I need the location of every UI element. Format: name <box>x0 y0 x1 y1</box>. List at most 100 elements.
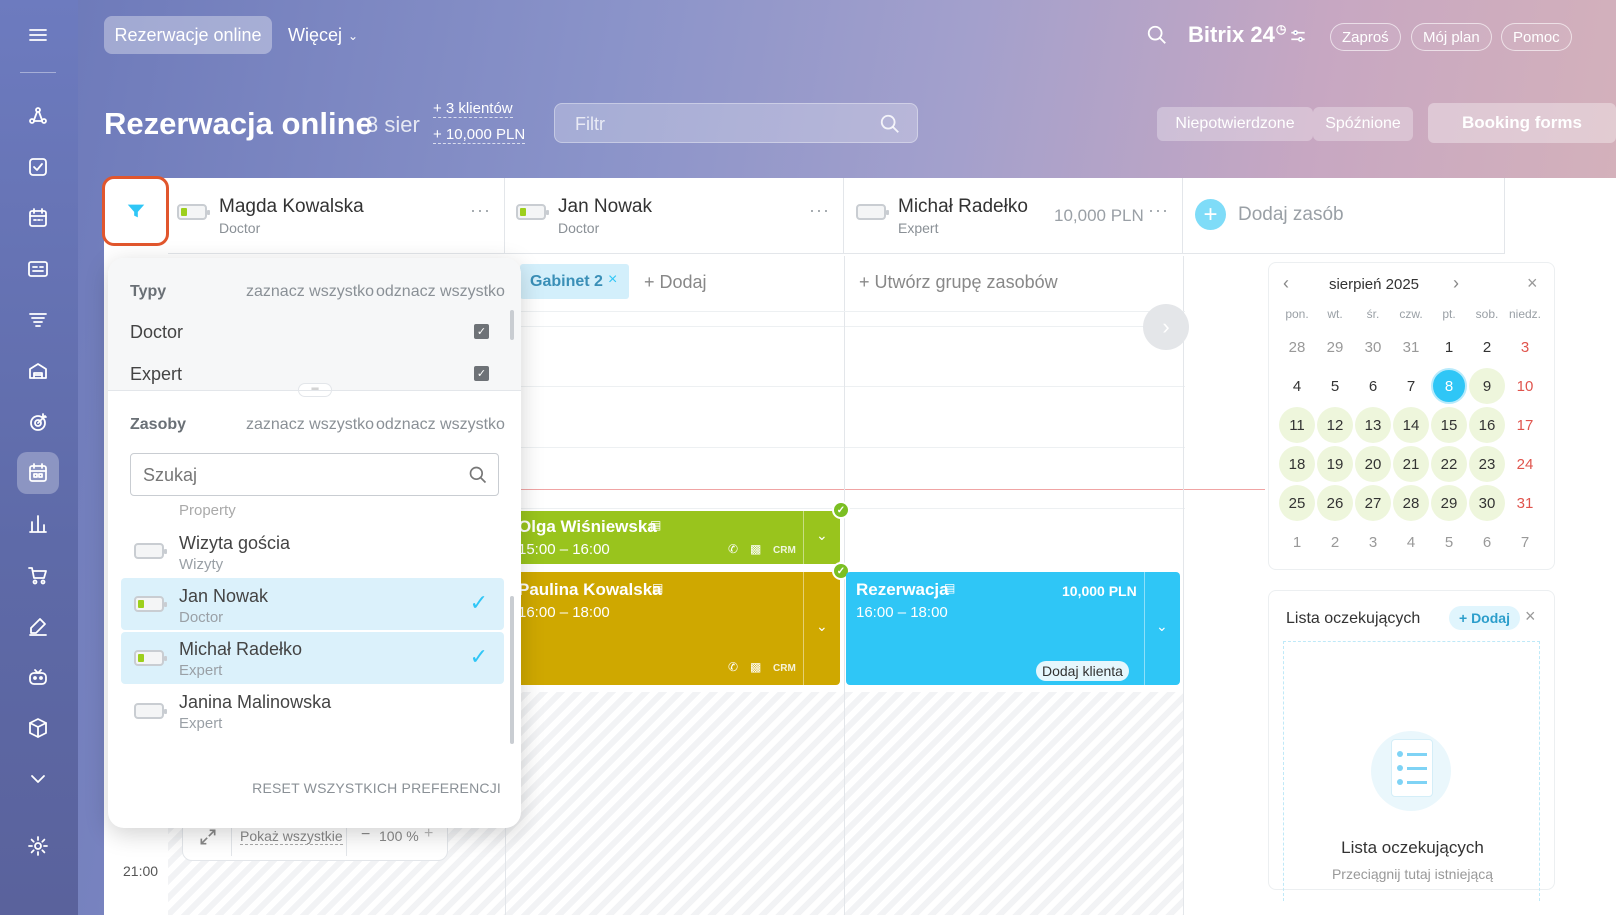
inventory-icon[interactable] <box>17 350 59 392</box>
resource-option[interactable]: Jan Nowak Doctor ✓ <box>121 578 504 630</box>
group-chip[interactable]: Gabinet 2 × <box>520 264 629 299</box>
type-expert-checkbox[interactable]: ✓ <box>474 366 489 381</box>
resource-option[interactable]: Janina Malinowska Expert <box>121 685 504 737</box>
calendar-day[interactable]: 26 <box>1317 485 1353 521</box>
calendar-day[interactable]: 31 <box>1507 485 1543 521</box>
calendar-day[interactable]: 6 <box>1469 524 1505 560</box>
calendar-day[interactable]: 4 <box>1393 524 1429 560</box>
add-resource-column[interactable]: + Dodaj zasób <box>1183 178 1505 254</box>
calendar-day[interactable]: 21 <box>1393 446 1429 482</box>
calendar-day[interactable]: 5 <box>1431 524 1467 560</box>
expand-icon[interactable] <box>198 827 218 847</box>
booking-event[interactable]: Paulina Kowalska 16:00 – 18:00 ▤ ✆ ▩ CRM… <box>506 572 840 685</box>
calendar-day[interactable]: 12 <box>1317 407 1353 443</box>
calendar-day[interactable]: 29 <box>1317 329 1353 365</box>
more-dots-icon[interactable]: ··· <box>1148 200 1169 221</box>
filter-input[interactable]: Filtr <box>554 103 918 143</box>
invite-button[interactable]: Zaproś <box>1330 23 1401 51</box>
waiting-list-add-button[interactable]: + Dodaj <box>1449 606 1520 630</box>
calendar-day[interactable]: 14 <box>1393 407 1429 443</box>
calendar-day[interactable]: 20 <box>1355 446 1391 482</box>
sign-icon[interactable] <box>17 605 59 647</box>
resources-deselect-all[interactable]: odznacz wszystko <box>376 416 505 434</box>
more-dots-icon[interactable]: ··· <box>809 200 830 221</box>
search-icon[interactable] <box>1146 24 1168 51</box>
types-select-all[interactable]: zaznacz wszystko <box>246 283 374 301</box>
market-icon[interactable] <box>17 707 59 749</box>
add-client-button[interactable]: Dodaj klienta <box>1036 661 1129 681</box>
amount-counter[interactable]: + 10,000 PLN <box>433 126 526 144</box>
calendar-day[interactable]: 27 <box>1355 485 1391 521</box>
calendar-day[interactable]: 24 <box>1507 446 1543 482</box>
unconfirmed-filter[interactable]: Niepotwierdzone <box>1157 107 1313 141</box>
zoom-out-button[interactable]: − <box>361 826 370 844</box>
calendar-day[interactable]: 18 <box>1279 446 1315 482</box>
show-all-link[interactable]: Pokaż wszystkie <box>240 828 343 845</box>
resource-column-0[interactable]: Magda Kowalska Doctor ··· <box>168 178 505 254</box>
more-dots-icon[interactable]: ··· <box>470 200 491 221</box>
calendar-day[interactable]: 17 <box>1507 407 1543 443</box>
next-month-icon[interactable]: › <box>1453 273 1459 294</box>
calendar-day[interactable]: 7 <box>1393 368 1429 404</box>
calendar-day[interactable]: 3 <box>1355 524 1391 560</box>
help-button[interactable]: Pomoc <box>1501 23 1572 51</box>
close-icon[interactable]: × <box>1525 606 1536 627</box>
calendar-day[interactable]: 1 <box>1279 524 1315 560</box>
calendar-day[interactable]: 16 <box>1469 407 1505 443</box>
calendar-day[interactable]: 25 <box>1279 485 1315 521</box>
messenger-icon[interactable] <box>17 248 59 290</box>
calendar-day[interactable]: 4 <box>1279 368 1315 404</box>
menu-icon[interactable] <box>17 14 59 56</box>
resource-column-1[interactable]: Jan Nowak Doctor ··· <box>505 178 844 254</box>
resource-filter-button[interactable] <box>102 176 169 246</box>
booking-event[interactable]: Rezerwacja ▤ 16:00 – 18:00 10,000 PLN Do… <box>846 572 1180 685</box>
calendar-day[interactable]: 22 <box>1431 446 1467 482</box>
booking-event[interactable]: Olga Wiśniewska 15:00 – 16:00 ▤ ✆ ▩ CRM … <box>506 511 840 564</box>
calendar-day[interactable]: 29 <box>1431 485 1467 521</box>
copilot-icon[interactable] <box>17 656 59 698</box>
resources-scrollbar[interactable] <box>510 596 514 744</box>
calendar-day[interactable]: 13 <box>1355 407 1391 443</box>
calendar-day[interactable]: 19 <box>1317 446 1353 482</box>
calendar-day[interactable]: 15 <box>1431 407 1467 443</box>
close-icon[interactable]: × <box>608 271 617 289</box>
reset-preferences-link[interactable]: RESET WSZYSTKICH PREFERENCJI <box>252 780 501 796</box>
clients-counter[interactable]: + 3 klientów <box>433 100 513 118</box>
calendar-day[interactable]: 31 <box>1393 329 1429 365</box>
resource-column-2[interactable]: Michał Radełko Expert 10,000 PLN ··· <box>844 178 1183 254</box>
close-icon[interactable]: × <box>1527 273 1538 294</box>
resources-select-all[interactable]: zaznacz wszystko <box>246 416 374 434</box>
calendar-day[interactable]: 28 <box>1393 485 1429 521</box>
booking-forms-button[interactable]: Booking forms <box>1428 103 1616 143</box>
chevron-down-icon[interactable]: ⌄ <box>816 618 828 635</box>
calendar-icon[interactable] <box>17 197 59 239</box>
add-group-resource-button[interactable]: + Dodaj <box>644 272 707 293</box>
crm-icon[interactable] <box>17 299 59 341</box>
create-resource-group-button[interactable]: + Utwórz grupę zasobów <box>859 272 1058 293</box>
resource-option[interactable]: Wizyta gościa Wizyty <box>121 526 504 578</box>
calendar-day[interactable]: 2 <box>1469 329 1505 365</box>
calendar-day[interactable]: 30 <box>1355 329 1391 365</box>
calendar-day[interactable]: 30 <box>1469 485 1505 521</box>
analytics-icon[interactable] <box>17 503 59 545</box>
chevron-down-icon[interactable]: ⌄ <box>1156 618 1168 635</box>
goals-icon[interactable] <box>17 401 59 443</box>
chevron-down-icon[interactable]: ⌄ <box>816 527 828 544</box>
calendar-day[interactable]: 2 <box>1317 524 1353 560</box>
late-filter[interactable]: Spóźnione <box>1313 107 1413 141</box>
chevron-down-icon[interactable] <box>17 758 59 800</box>
booking-icon[interactable] <box>17 452 59 494</box>
scroll-right-button[interactable]: › <box>1143 304 1189 350</box>
calendar-day[interactable]: 10 <box>1507 368 1543 404</box>
calendar-day[interactable]: 7 <box>1507 524 1543 560</box>
calendar-day[interactable]: 3 <box>1507 329 1543 365</box>
shop-icon[interactable] <box>17 554 59 596</box>
calendar-day[interactable]: 8 <box>1431 368 1467 404</box>
calendar-day[interactable]: 1 <box>1431 329 1467 365</box>
resource-option[interactable]: Michał Radełko Expert ✓ <box>121 632 504 684</box>
activity-stream-icon[interactable] <box>17 95 59 137</box>
settings-sliders-icon[interactable] <box>1288 26 1308 51</box>
types-scrollbar[interactable] <box>510 310 514 340</box>
types-deselect-all[interactable]: odznacz wszystko <box>376 283 505 301</box>
tab-online-booking[interactable]: Rezerwacje online <box>104 16 272 54</box>
